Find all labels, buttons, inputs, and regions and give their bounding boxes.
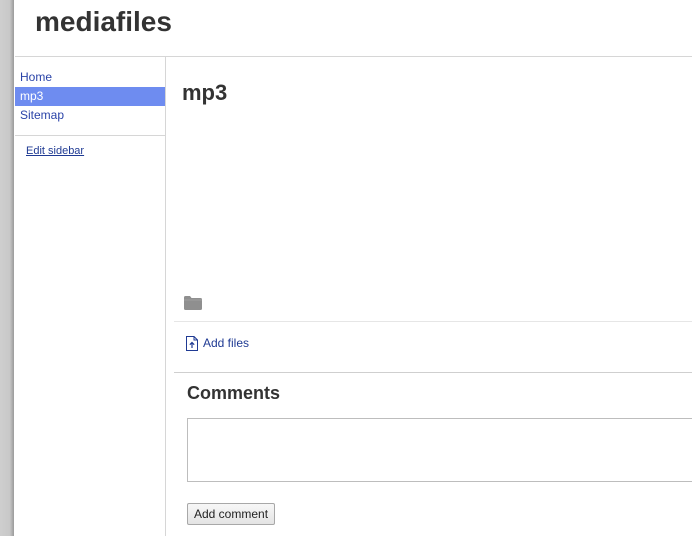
add-files-label: Add files xyxy=(203,336,250,350)
comment-textarea[interactable] xyxy=(187,418,692,482)
comments-heading: Comments xyxy=(187,383,281,403)
window-left-edge xyxy=(0,0,14,536)
file-upload-icon xyxy=(186,335,198,351)
site-title: mediafiles xyxy=(35,6,172,37)
comments-separator xyxy=(174,372,692,373)
page-title: mp3 xyxy=(182,80,228,105)
sidebar: Home mp3 Sitemap Edit sidebar xyxy=(15,57,166,536)
add-files-link[interactable]: Add files xyxy=(186,335,249,351)
edit-sidebar-link[interactable]: Edit sidebar xyxy=(26,145,84,157)
add-comment-button[interactable]: Add comment xyxy=(187,503,276,525)
sidebar-nav: Home mp3 Sitemap xyxy=(15,68,165,125)
files-separator xyxy=(174,321,692,322)
folder-icon xyxy=(184,296,202,310)
sidebar-item-home[interactable]: Home xyxy=(15,68,165,87)
sidebar-item-sitemap[interactable]: Sitemap xyxy=(15,106,165,125)
main-content: mp3 Add files Comments Add comment xyxy=(166,57,692,536)
page-frame: mediafiles Home mp3 Sitemap Edit sidebar… xyxy=(0,0,692,536)
site-header: mediafiles xyxy=(15,0,692,57)
sidebar-divider xyxy=(15,135,165,136)
sidebar-item-mp3[interactable]: mp3 xyxy=(15,87,165,106)
